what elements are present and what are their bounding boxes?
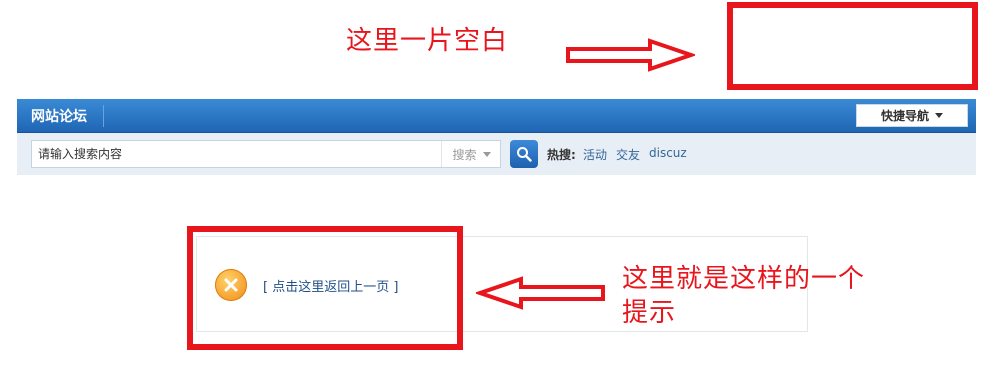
quick-nav-button[interactable]: 快捷导航: [856, 104, 968, 127]
annotation-arrow-left: [476, 276, 606, 310]
navbar: 网站论坛 快捷导航: [17, 99, 976, 133]
annotation-box-top: [727, 2, 978, 90]
search-box: 搜索: [31, 140, 501, 168]
hot-search-label: 热搜:: [547, 148, 576, 162]
annotation-arrow-right: [565, 38, 695, 72]
quick-nav-label: 快捷导航: [880, 109, 929, 123]
annotation-box-bottom: [187, 226, 463, 350]
annotation-bottom-text: 这里就是这样的一个提示: [622, 264, 866, 328]
site-title[interactable]: 网站论坛: [31, 106, 87, 126]
annotation-top-text: 这里一片空白: [346, 26, 509, 56]
nav-divider: [103, 105, 104, 127]
search-type-select[interactable]: 搜索: [441, 141, 501, 167]
chevron-down-icon: [935, 113, 943, 118]
hot-search-link[interactable]: discuz: [649, 146, 687, 160]
search-type-label: 搜索: [452, 147, 477, 162]
search-button[interactable]: [510, 140, 538, 168]
chevron-down-icon: [482, 151, 491, 157]
search-bar: 搜索 热搜: 活动 交友 discuz: [17, 133, 976, 175]
hot-search-link[interactable]: 活动: [583, 146, 607, 163]
search-input[interactable]: [32, 141, 440, 167]
hot-search-link[interactable]: 交友: [616, 146, 640, 163]
search-icon: [517, 147, 532, 162]
